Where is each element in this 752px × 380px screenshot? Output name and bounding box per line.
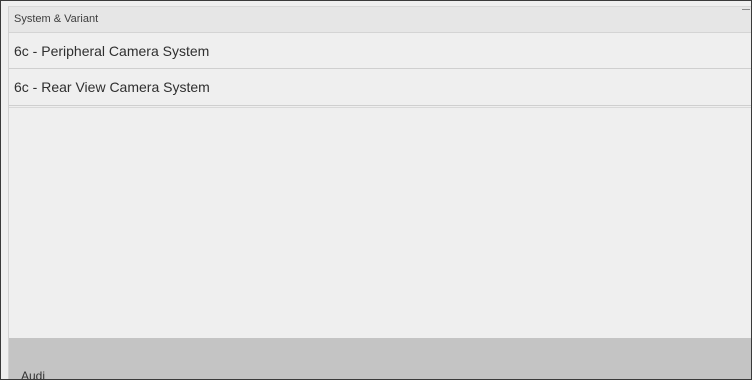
list-item-label: 6c - Rear View Camera System <box>14 79 210 95</box>
panel-title: System & Variant <box>14 13 99 25</box>
brand-label: Audi <box>21 369 46 380</box>
list-item-label: 6c - Peripheral Camera System <box>14 43 210 59</box>
list-item-rear-view-camera[interactable]: 6c - Rear View Camera System <box>9 69 751 106</box>
system-variant-panel: System & Variant 6c - Peripheral Camera … <box>8 6 751 380</box>
list-item-peripheral-camera[interactable]: 6c - Peripheral Camera System <box>9 33 751 69</box>
panel-header: System & Variant <box>9 7 751 33</box>
list-divider <box>9 106 751 108</box>
status-footer: Audi <box>9 338 751 380</box>
system-variant-list: 6c - Peripheral Camera System 6c - Rear … <box>9 33 751 108</box>
minimize-icon <box>742 9 750 10</box>
app-window: System & Variant 6c - Peripheral Camera … <box>0 0 752 380</box>
